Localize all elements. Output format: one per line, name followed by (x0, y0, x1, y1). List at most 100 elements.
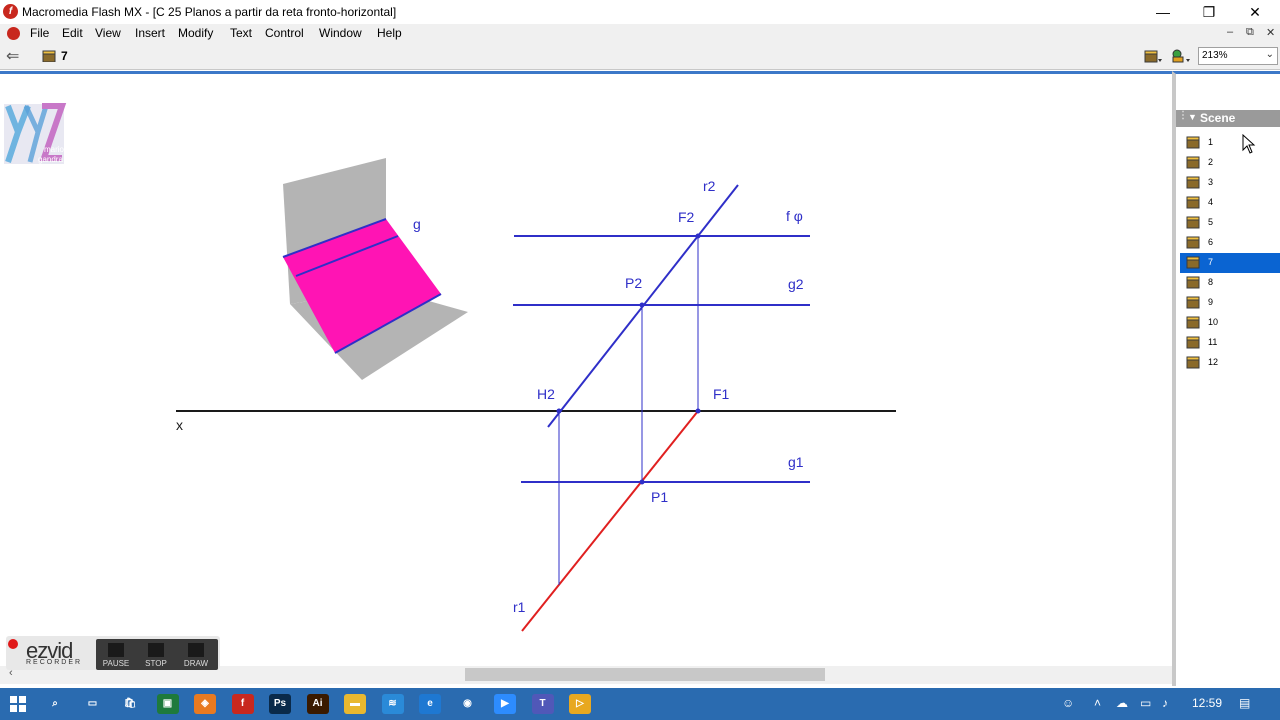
zoom-icon[interactable]: ▶ (494, 694, 516, 714)
scene-panel-header[interactable]: ⋮ ▼ Scene (1176, 110, 1280, 127)
label-r2: r2 (703, 178, 716, 194)
scene-item-label: 9 (1208, 297, 1214, 307)
restore-button[interactable]: ❐ (1186, 0, 1232, 24)
doc-minimize-button[interactable]: – (1227, 26, 1233, 38)
clapperboard-icon (1186, 316, 1200, 329)
draw-button[interactable]: DRAW (178, 639, 214, 670)
search-icon[interactable]: ⌕ (44, 694, 66, 714)
doc-close-button[interactable]: ✕ (1266, 26, 1275, 39)
scene-item-12[interactable]: 12 (1180, 353, 1280, 373)
scene-item-10[interactable]: 10 (1180, 313, 1280, 333)
arrow-left-icon[interactable]: ⇐ (6, 46, 19, 66)
menu-help[interactable]: Help (377, 26, 402, 40)
label-x: x (176, 417, 183, 433)
label-F1: F1 (713, 386, 730, 402)
flash-icon[interactable]: f (231, 694, 254, 714)
scene-item-label: 5 (1208, 217, 1214, 227)
scene-item-label: 6 (1208, 237, 1214, 247)
scene-item-4[interactable]: 4 (1180, 193, 1280, 213)
scene-item-3[interactable]: 3 (1180, 173, 1280, 193)
close-button[interactable]: ✕ (1232, 0, 1278, 24)
pause-button[interactable]: PAUSE (98, 639, 134, 670)
label-g: g (413, 216, 421, 232)
notifications-icon[interactable]: ▤ (1239, 696, 1250, 710)
menu-edit[interactable]: Edit (62, 26, 83, 40)
clock[interactable]: 12:59 (1192, 696, 1222, 710)
menu-file[interactable]: File (30, 26, 49, 40)
file-explorer-icon[interactable]: ▬ (344, 694, 366, 714)
scene-item-8[interactable]: 8 (1180, 273, 1280, 293)
stage[interactable]: mario gandra r2 F2 f φ P2 g2 H2 F1 g1 P1… (0, 71, 1172, 686)
clapperboard-icon (1186, 136, 1200, 149)
chevron-down-icon[interactable]: ⌄ (1266, 49, 1274, 60)
clapperboard-icon (1186, 336, 1200, 349)
scene-item-1[interactable]: 1 (1180, 133, 1280, 153)
app-blue-icon[interactable]: ≋ (381, 694, 404, 714)
onedrive-cloud-icon[interactable]: ☁ (1116, 696, 1128, 710)
clapperboard-icon (1186, 216, 1200, 229)
illustrator-icon[interactable]: Ai (306, 694, 329, 714)
chevron-up-icon[interactable]: ˄ (1094, 696, 1101, 710)
title-bar: f Macromedia Flash MX - [C 25 Planos a p… (0, 0, 1280, 24)
menu-insert[interactable]: Insert (135, 26, 165, 40)
menu-window[interactable]: Window (319, 26, 362, 40)
scene-item-label: 11 (1208, 337, 1218, 347)
scene-item-9[interactable]: 9 (1180, 293, 1280, 313)
photoshop-icon[interactable]: Ps (269, 694, 291, 714)
chrome-icon[interactable]: ◉ (456, 694, 479, 714)
edge-icon[interactable]: e (419, 694, 441, 714)
teams-icon[interactable]: T (531, 694, 554, 714)
label-H2: H2 (537, 386, 555, 402)
clapperboard-icon (1186, 276, 1200, 289)
scene-item-6[interactable]: 6 (1180, 233, 1280, 253)
minimize-button[interactable]: — (1140, 0, 1186, 24)
battery-icon[interactable]: ▭ (1140, 696, 1151, 710)
clapperboard-icon (42, 50, 56, 62)
stop-icon (148, 643, 164, 657)
pause-label: PAUSE (102, 659, 130, 668)
ezvid-recorder-widget: ezvid RECORDER PAUSE STOP DRAW (6, 636, 220, 670)
app-orange-icon[interactable]: ◈ (194, 694, 216, 714)
task-view-icon[interactable]: ▭ (81, 694, 104, 714)
menu-control[interactable]: Control (265, 26, 304, 40)
draw-label: DRAW (183, 659, 209, 668)
scene-panel-title: Scene (1200, 111, 1236, 125)
scene-item-label: 12 (1208, 357, 1219, 367)
menu-modify[interactable]: Modify (178, 26, 213, 40)
taskbar: ⌕ ▭ 🛍 ▣ ◈ f Ps Ai ▬ ≋ e ◉ ▶ T ▷ ☺ ˄ ☁ ▭ ♪ 12:59 ▤ (0, 688, 1280, 720)
stage-drawing: mario gandra r2 F2 f φ P2 g2 H2 F1 g1 P1… (4, 103, 896, 632)
menu-text[interactable]: Text (230, 26, 252, 40)
line-r1 (521, 410, 699, 632)
store-icon[interactable]: 🛍 (119, 694, 141, 714)
current-scene-label: 7 (61, 49, 68, 63)
document-icon[interactable] (7, 27, 20, 40)
scene-item-5[interactable]: 5 (1180, 213, 1280, 233)
edit-symbols-icon[interactable] (1170, 48, 1192, 64)
clapperboard-icon (1186, 236, 1200, 249)
people-icon[interactable]: ☺ (1062, 696, 1074, 710)
volume-icon[interactable]: ♪ (1162, 696, 1168, 710)
label-r1: r1 (513, 599, 526, 615)
collapse-arrow-icon[interactable]: ▼ (1188, 112, 1197, 122)
edit-bar: ⇐ 7 213% ⌄ (0, 44, 1280, 70)
stop-button[interactable]: STOP (138, 639, 174, 670)
window-title: Macromedia Flash MX - [C 25 Planos a par… (22, 5, 397, 19)
scene-item-7[interactable]: 7 (1180, 253, 1280, 273)
menu-view[interactable]: View (95, 26, 121, 40)
scene-item-label: 3 (1208, 177, 1214, 187)
scene-item-label: 4 (1208, 197, 1214, 207)
point-F2 (695, 233, 701, 239)
windows-start-icon[interactable] (10, 696, 26, 712)
panel-grip-icon[interactable]: ⋮ (1178, 110, 1188, 121)
zoom-value: 213% (1202, 50, 1228, 61)
scene-item-2[interactable]: 2 (1180, 153, 1280, 173)
edit-scene-icon[interactable] (1143, 48, 1163, 64)
scene-item-label: 1 (1208, 137, 1214, 147)
media-icon[interactable]: ▷ (569, 694, 591, 714)
scrollbar-thumb[interactable] (465, 668, 825, 681)
doc-restore-button[interactable]: ⧉ (1246, 26, 1254, 39)
zoom-select[interactable]: 213% ⌄ (1198, 47, 1278, 65)
perspective-illustration (282, 158, 468, 380)
app-green-icon[interactable]: ▣ (156, 694, 179, 714)
scene-item-11[interactable]: 11 (1180, 333, 1280, 353)
